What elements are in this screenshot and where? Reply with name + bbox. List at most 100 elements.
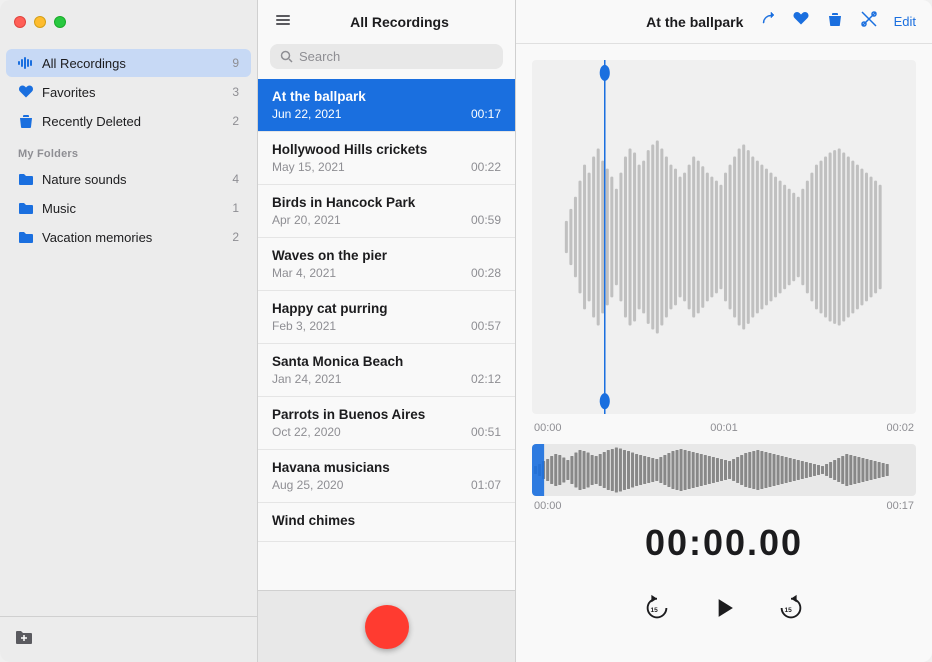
recording-item-pier[interactable]: Waves on the pier Mar 4, 2021 00:28 — [258, 238, 515, 291]
recording-duration: 02:12 — [471, 372, 501, 386]
sidebar-titlebar — [0, 0, 257, 44]
music-label: Music — [42, 201, 232, 216]
trash-icon — [18, 113, 34, 129]
sidebar-item-music[interactable]: Music 1 — [6, 194, 251, 222]
waveform-container: 00:00 00:01 00:02 00:00 00:17 00:00.00 — [516, 44, 932, 662]
recording-date: Aug 25, 2020 — [272, 478, 343, 492]
sidebar-item-recently-deleted[interactable]: Recently Deleted 2 — [6, 107, 251, 135]
svg-text:15: 15 — [650, 607, 658, 614]
recording-meta: Feb 3, 2021 00:57 — [272, 319, 501, 333]
recently-deleted-count: 2 — [232, 114, 239, 128]
recording-title: Havana musicians — [272, 460, 501, 475]
recently-deleted-label: Recently Deleted — [42, 114, 232, 129]
mini-waveform-times: 00:00 00:17 — [532, 500, 916, 512]
sidebar-item-all-recordings[interactable]: All Recordings 9 — [6, 49, 251, 77]
favorites-label: Favorites — [42, 85, 232, 100]
sidebar-item-vacation-memories[interactable]: Vacation memories 2 — [6, 223, 251, 251]
all-recordings-label: All Recordings — [42, 56, 232, 71]
recording-date: Feb 3, 2021 — [272, 319, 336, 333]
time-mid2: 00:02 — [886, 422, 914, 434]
my-folders-header: My Folders — [0, 136, 257, 164]
recording-duration: 00:57 — [471, 319, 501, 333]
waveform-icon — [18, 55, 34, 71]
app-window: All Recordings 9 Favorites 3 Recen — [0, 0, 932, 662]
record-button[interactable] — [365, 605, 409, 649]
right-panel: At the ballpark — [516, 0, 932, 662]
sidebar-items-list: All Recordings 9 Favorites 3 Recen — [0, 44, 257, 616]
right-titlebar: At the ballpark — [516, 0, 932, 44]
recording-item-cat[interactable]: Happy cat purring Feb 3, 2021 00:57 — [258, 291, 515, 344]
time-display: 00:00.00 — [532, 522, 916, 564]
recording-duration: 01:07 — [471, 478, 501, 492]
recording-title: Parrots in Buenos Aires — [272, 407, 501, 422]
recording-title: Hollywood Hills crickets — [272, 142, 501, 157]
sidebar-bottom — [0, 616, 257, 662]
recording-meta: May 15, 2021 00:22 — [272, 160, 501, 174]
trim-button[interactable] — [860, 10, 878, 33]
delete-button[interactable] — [826, 10, 844, 33]
vacation-memories-label: Vacation memories — [42, 230, 232, 245]
new-folder-button[interactable] — [14, 627, 34, 652]
time-mid1: 00:01 — [710, 422, 738, 434]
recording-meta: Apr 20, 2021 00:59 — [272, 213, 501, 227]
close-button[interactable] — [14, 16, 26, 28]
sidebar-item-nature-sounds[interactable]: Nature sounds 4 — [6, 165, 251, 193]
recording-item-beach[interactable]: Santa Monica Beach Jan 24, 2021 02:12 — [258, 344, 515, 397]
player-title: At the ballpark — [632, 14, 758, 30]
waveform-times: 00:00 00:01 00:02 — [532, 422, 916, 434]
mini-waveform-svg — [532, 444, 916, 496]
right-actions: Edit — [758, 10, 916, 33]
mini-waveform[interactable] — [532, 444, 916, 496]
search-input[interactable] — [299, 49, 493, 64]
skip-back-button[interactable]: 15 — [642, 593, 672, 623]
all-recordings-count: 9 — [232, 56, 239, 70]
recording-item-crickets[interactable]: Hollywood Hills crickets May 15, 2021 00… — [258, 132, 515, 185]
sidebar: All Recordings 9 Favorites 3 Recen — [0, 0, 258, 662]
skip-forward-button[interactable]: 15 — [776, 593, 806, 623]
recording-date: Mar 4, 2021 — [272, 266, 336, 280]
recording-item-ballpark[interactable]: At the ballpark Jun 22, 2021 00:17 — [258, 79, 515, 132]
play-button[interactable] — [702, 586, 746, 630]
folder-music-icon — [18, 200, 34, 216]
recording-meta: Mar 4, 2021 00:28 — [272, 266, 501, 280]
recording-title: Happy cat purring — [272, 301, 501, 316]
recording-item-parrots[interactable]: Parrots in Buenos Aires Oct 22, 2020 00:… — [258, 397, 515, 450]
recording-meta: Jun 22, 2021 00:17 — [272, 107, 501, 121]
recording-item-windchimes[interactable]: Wind chimes — [258, 503, 515, 542]
recording-item-havana[interactable]: Havana musicians Aug 25, 2020 01:07 — [258, 450, 515, 503]
heart-icon — [18, 84, 34, 100]
edit-button[interactable]: Edit — [894, 14, 916, 29]
recording-meta: Oct 22, 2020 00:51 — [272, 425, 501, 439]
time-start: 00:00 — [534, 422, 562, 434]
minimize-button[interactable] — [34, 16, 46, 28]
share-button[interactable] — [758, 10, 776, 33]
mini-time-start: 00:00 — [534, 500, 562, 512]
svg-text:15: 15 — [784, 607, 792, 614]
recording-title: Waves on the pier — [272, 248, 501, 263]
recording-date: Apr 20, 2021 — [272, 213, 341, 227]
recording-title: At the ballpark — [272, 89, 501, 104]
recording-title: Wind chimes — [272, 513, 501, 528]
middle-bottom — [258, 590, 515, 662]
maximize-button[interactable] — [54, 16, 66, 28]
recording-date: Oct 22, 2020 — [272, 425, 341, 439]
recording-duration: 00:51 — [471, 425, 501, 439]
folder-icon — [18, 171, 34, 187]
recording-date: Jan 24, 2021 — [272, 372, 341, 386]
middle-panel-title: All Recordings — [296, 14, 503, 30]
player-controls: 15 15 — [532, 574, 916, 646]
nature-sounds-label: Nature sounds — [42, 172, 232, 187]
recording-title: Santa Monica Beach — [272, 354, 501, 369]
middle-titlebar: All Recordings — [258, 0, 515, 44]
recording-meta: Aug 25, 2020 01:07 — [272, 478, 501, 492]
main-waveform[interactable] — [532, 60, 916, 414]
sidebar-toggle-button[interactable] — [270, 7, 296, 38]
sidebar-item-favorites[interactable]: Favorites 3 — [6, 78, 251, 106]
recording-duration: 00:22 — [471, 160, 501, 174]
music-count: 1 — [232, 201, 239, 215]
favorites-count: 3 — [232, 85, 239, 99]
favorite-button[interactable] — [792, 10, 810, 33]
search-bar[interactable] — [270, 44, 503, 69]
middle-panel: All Recordings At the ballpark Jun 22, 2… — [258, 0, 516, 662]
recording-item-hancock[interactable]: Birds in Hancock Park Apr 20, 2021 00:59 — [258, 185, 515, 238]
